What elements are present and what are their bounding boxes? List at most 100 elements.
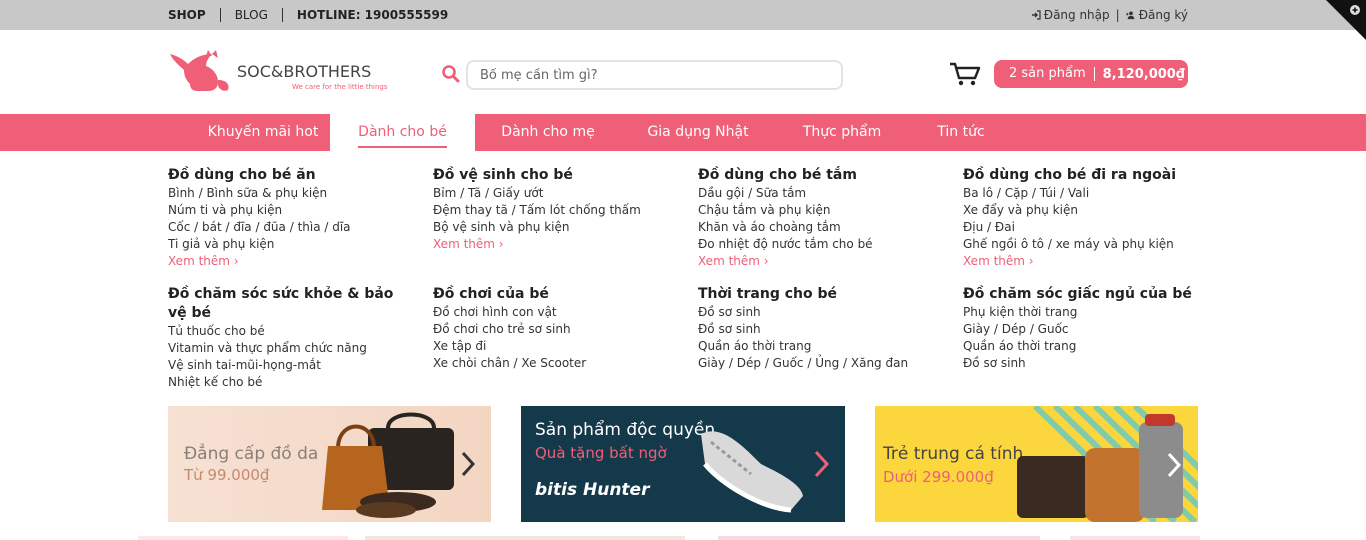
brand-tagline: We care for the little things [292,83,388,91]
blog-link[interactable]: BLOG [219,8,282,22]
brand-name: SOC&BROTHERS [237,62,372,81]
menu-column-title[interactable]: Thời trang cho bé [698,285,938,304]
cart-total: 8,120,000₫ [1102,66,1185,82]
see-more-label: Xem thêm [168,254,230,268]
chevron-right-icon[interactable] [461,451,475,477]
cat-logo-icon [170,50,229,91]
nav-label: Dành cho mẹ [501,124,595,140]
menu-link[interactable]: Ghế ngồi ô tô / xe máy và phụ kiện [963,236,1203,253]
menu-link[interactable]: Phụ kiện thời trang [963,304,1203,321]
menu-link[interactable]: Quần áo thời trang [963,338,1203,355]
banner-bitis-hunter[interactable]: Sản phẩm độc quyền Quà tặng bất ngờ biti… [521,406,845,522]
cart-summary-button[interactable]: 2 sản phẩm 8,120,000₫ [994,60,1188,88]
menu-column: Đồ dùng cho bé ăn Bình / Bình sữa & phụ … [168,166,408,270]
banner-youthful-bags[interactable]: Trẻ trung cá tính Dưới 299.000₫ [875,406,1198,522]
hotline-text[interactable]: HOTLINE: 1900555599 [281,8,462,22]
top-links: SHOP BLOG HOTLINE: 1900555599 [168,0,462,30]
menu-link[interactable]: Nhiệt kế cho bé [168,374,398,391]
chevron-right-icon: › [1028,254,1034,268]
logo[interactable]: SOC&BROTHERS We care for the little thin… [168,50,390,94]
menu-link[interactable]: Xe đẩy và phụ kiện [963,202,1203,219]
chevron-right-icon[interactable] [814,450,830,478]
see-more-link[interactable]: Xem thêm › [963,253,1203,270]
menu-link[interactable]: Tủ thuốc cho bé [168,323,398,340]
nav-item-for-mom[interactable]: Dành cho mẹ [490,114,606,151]
search-icon[interactable] [441,64,461,84]
chevron-right-icon[interactable] [1167,452,1181,478]
menu-link[interactable]: Giày / Dép / Guốc [963,321,1203,338]
main-nav: Khuyến mãi hot Dành cho bé Dành cho mẹ G… [0,114,1366,151]
menu-link[interactable]: Đồ sơ sinh [698,304,938,321]
nav-label: Thực phẩm [802,124,882,140]
menu-column-title[interactable]: Đồ chăm sóc giấc ngủ của bé [963,285,1203,304]
banner-headline: Sản phẩm độc quyền [535,420,716,440]
nav-item-food[interactable]: Thực phẩm [790,114,894,151]
menu-link[interactable]: Đo nhiệt độ nước tắm cho bé [698,236,938,253]
menu-column-title[interactable]: Đồ chơi của bé [433,285,673,304]
see-more-link[interactable]: Xem thêm › [698,253,938,270]
menu-link[interactable]: Vệ sinh tai-mũi-họng-mắt [168,357,398,374]
menu-column: Đồ dùng cho bé tắm Dầu gội / Sữa tắm Chậ… [698,166,938,270]
menu-link[interactable]: Đồ sơ sinh [963,355,1203,372]
see-more-label: Xem thêm [433,237,495,251]
menu-link[interactable]: Đồ chơi hình con vật [433,304,673,321]
menu-link[interactable]: Khăn và áo choàng tắm [698,219,938,236]
banner-headline: Đẳng cấp đồ da [184,444,319,464]
menu-column-title[interactable]: Đồ dùng cho bé đi ra ngoài [963,166,1203,185]
menu-link[interactable]: Núm ti và phụ kiện [168,202,408,219]
search-input[interactable] [466,60,843,90]
divider: | [1115,8,1120,22]
see-more-label: Xem thêm [963,254,1025,268]
nav-label: Dành cho bé [358,124,447,148]
menu-column: Đồ chăm sóc sức khỏe & bảo vệ bé Tủ thuố… [168,285,398,391]
shop-link[interactable]: SHOP [168,8,220,22]
menu-link[interactable]: Xe chòi chân / Xe Scooter [433,355,673,372]
menu-column: Đồ vệ sinh cho bé Bỉm / Tã / Giấy ướt Đệ… [433,166,673,253]
sneaker-image [701,431,803,513]
menu-link[interactable]: Đồ sơ sinh [698,321,938,338]
menu-link[interactable]: Bỉm / Tã / Giấy ướt [433,185,673,202]
menu-link[interactable]: Xe tập đi [433,338,673,355]
banner-subline: Từ 99.000₫ [184,466,270,484]
see-more-link[interactable]: Xem thêm › [433,236,673,253]
menu-link[interactable]: Bình / Bình sữa & phụ kiện [168,185,408,202]
menu-column-title[interactable]: Đồ chăm sóc sức khỏe & bảo vệ bé [168,285,398,323]
menu-link[interactable]: Quần áo thời trang [698,338,938,355]
banner-leather-goods[interactable]: Đẳng cấp đồ da Từ 99.000₫ [168,406,491,522]
menu-link[interactable]: Ti giả và phụ kiện [168,236,408,253]
menu-link[interactable]: Địu / Đai [963,219,1203,236]
close-corner-button[interactable] [1326,0,1366,40]
menu-column-title[interactable]: Đồ vệ sinh cho bé [433,166,673,185]
menu-link[interactable]: Vitamin và thực phẩm chức năng [168,340,398,357]
account-links: Đăng nhập | Đăng ký [1031,0,1188,30]
login-link[interactable]: Đăng nhập [1044,8,1110,22]
menu-column: Thời trang cho bé Đồ sơ sinh Đồ sơ sinh … [698,285,938,372]
menu-link[interactable]: Đồ chơi cho trẻ sơ sinh [433,321,673,338]
menu-link[interactable]: Ba lô / Cặp / Túi / Vali [963,185,1203,202]
menu-link[interactable]: Giày / Dép / Guốc / Ủng / Xăng đan [698,355,938,372]
see-more-link[interactable]: Xem thêm › [168,253,408,270]
chevron-right-icon: › [763,254,769,268]
chevron-right-icon: › [498,237,504,251]
menu-column-title[interactable]: Đồ dùng cho bé ăn [168,166,408,185]
backpacks-image [1017,414,1183,522]
nav-item-for-baby[interactable]: Dành cho bé [330,114,475,151]
nav-label: Gia dụng Nhật [647,124,749,140]
menu-link[interactable]: Bộ vệ sinh và phụ kiện [433,219,673,236]
menu-column: Đồ chăm sóc giấc ngủ của bé Phụ kiện thờ… [963,285,1203,372]
register-link[interactable]: Đăng ký [1139,8,1188,22]
banner-subline: Quà tặng bất ngờ [535,444,667,462]
cart-icon[interactable] [949,62,981,86]
menu-link[interactable]: Dầu gội / Sữa tắm [698,185,938,202]
menu-link[interactable]: Đệm thay tã / Tấm lót chống thấm [433,202,673,219]
menu-column: Đồ chơi của bé Đồ chơi hình con vật Đồ c… [433,285,673,372]
menu-column: Đồ dùng cho bé đi ra ngoài Ba lô / Cặp /… [963,166,1203,270]
chevron-right-icon: › [233,254,239,268]
nav-item-japanese-goods[interactable]: Gia dụng Nhật [638,114,758,151]
menu-link[interactable]: Chậu tắm và phụ kiện [698,202,938,219]
next-row-preview [0,536,1366,540]
menu-column-title[interactable]: Đồ dùng cho bé tắm [698,166,938,185]
nav-item-news[interactable]: Tin tức [926,114,996,151]
menu-link[interactable]: Cốc / bát / đĩa / đũa / thìa / dĩa [168,219,408,236]
login-icon [1031,10,1041,20]
